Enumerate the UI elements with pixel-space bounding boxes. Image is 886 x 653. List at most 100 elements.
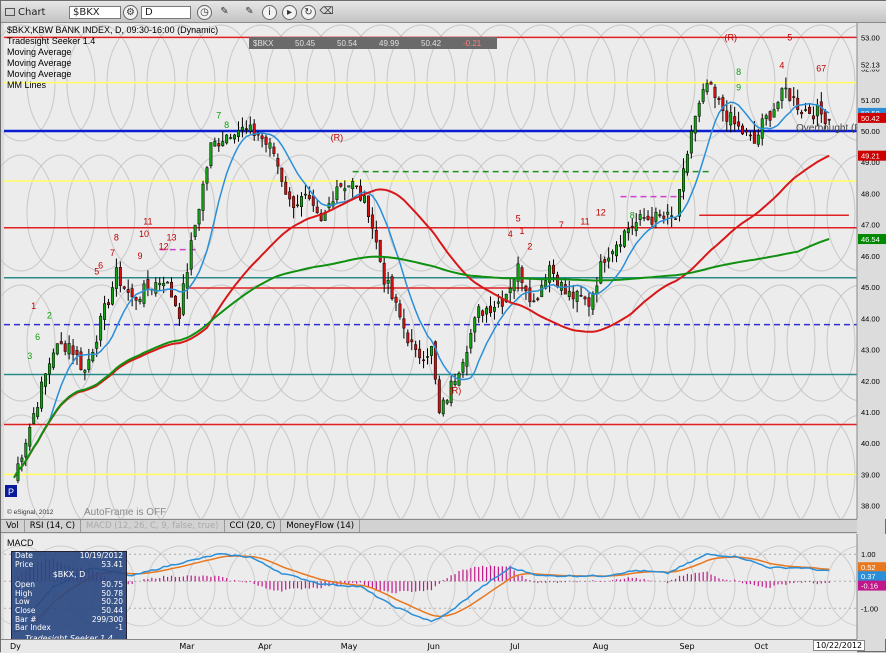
info-bar-index-label: Bar Index (15, 623, 51, 633)
seeker-count-label: 9 (138, 251, 143, 261)
candle (611, 251, 615, 255)
candle (650, 216, 654, 225)
edit-icon[interactable]: ✎ (242, 4, 257, 20)
interval-field[interactable]: D (141, 4, 191, 20)
candle (335, 186, 339, 200)
seeker-count-label: 1 (31, 301, 36, 311)
seeker-count-label: 10 (139, 229, 149, 239)
candle (63, 343, 67, 352)
price-tag: 50.42 (861, 114, 880, 123)
candle (99, 315, 103, 341)
candle (646, 215, 650, 220)
candle (567, 290, 571, 297)
candle (394, 296, 398, 303)
candle (583, 296, 587, 300)
macd-pane[interactable]: MACD1.000.00-1.000.520.37-0.16 (1, 534, 886, 639)
price-chart[interactable]: 1236567891011121378(R)(R)12457 1112 8(R) 54… (1, 23, 886, 519)
candle (418, 348, 422, 359)
seeker-count-label: 7 (216, 111, 221, 121)
candle (264, 136, 268, 145)
clock-icon[interactable]: ◷ (197, 4, 212, 20)
info-icon[interactable]: i (262, 4, 277, 20)
time-axis-label: Oct (754, 642, 769, 651)
candle (36, 407, 40, 417)
cursor-info-window[interactable]: Date 10/19/2012 Price 53.41 $BKX, D Open 50… (11, 551, 127, 647)
candle (737, 121, 741, 127)
quote-value: 50.42 (421, 39, 442, 48)
study-tab[interactable]: CCI (20, C) (225, 520, 282, 532)
price-tick: 43.00 (861, 346, 880, 355)
price-tick: 41.00 (861, 408, 880, 417)
candle (575, 291, 579, 302)
candle (745, 130, 748, 133)
symbol-field[interactable]: $BKX (69, 4, 121, 20)
candle (532, 300, 536, 303)
quote-value: 49.99 (379, 39, 400, 48)
study-label: Moving Average (7, 58, 71, 68)
seeker-count-label: 4 (779, 61, 784, 71)
candle (689, 130, 693, 154)
seeker-count-label: 11 (143, 217, 152, 227)
candle (260, 135, 264, 140)
candle (55, 343, 59, 355)
candle (808, 106, 811, 114)
time-axis-label: Jul (510, 642, 520, 651)
candle (315, 206, 319, 214)
candle (343, 188, 347, 192)
candle (441, 399, 445, 415)
candle (489, 305, 492, 314)
candle (288, 191, 292, 200)
candle (59, 341, 63, 345)
refresh-icon[interactable]: ↻ (301, 4, 316, 20)
candle (366, 195, 370, 218)
candle (615, 244, 618, 257)
candle (32, 413, 36, 424)
chart-window: Chart $BKX ⚙ D ◷ ✎ ✎ i ▸ ↻ ⌫ 1 2 3 6 5 6 7 8 9 10… (0, 0, 886, 653)
seeker-count-label: 12 (596, 207, 606, 217)
candle (370, 214, 374, 229)
candle (134, 297, 138, 301)
quote-box: $BKX 50.45 50.54 49.99 50.42 -0.21 (249, 37, 497, 49)
candle (512, 279, 516, 291)
seeker-count-label: (R) (724, 32, 737, 42)
candle (536, 298, 540, 301)
study-tab[interactable]: MoneyFlow (14) (281, 520, 361, 532)
candle (87, 359, 91, 370)
link-icon[interactable]: ⚙ (123, 4, 138, 20)
price-tick: 50.00 (861, 127, 880, 136)
interval-input[interactable]: D (141, 5, 191, 19)
candle (189, 240, 193, 270)
seeker-count-label: 67 (816, 64, 826, 74)
seeker-count-label: (R) (331, 132, 344, 142)
candle (607, 257, 611, 262)
study-tab[interactable]: MACD (12, 26, C, 9, false, true) (81, 520, 225, 532)
macd-label: MACD (7, 538, 34, 548)
candle (95, 341, 99, 349)
candle (339, 183, 343, 187)
candle (386, 279, 390, 284)
macd-tick: -1.00 (861, 604, 878, 613)
candle (827, 118, 831, 121)
candle (225, 134, 229, 144)
price-tick: 38.00 (861, 502, 880, 511)
study-tab[interactable]: RSI (14, C) (25, 520, 82, 532)
candle (461, 362, 465, 373)
study-tab[interactable]: Vol (1, 520, 25, 532)
eraser-icon[interactable]: ⌫ (319, 4, 334, 20)
price-tick: 42.00 (861, 377, 880, 386)
candle (142, 283, 146, 304)
candle (307, 194, 311, 199)
quote-value: $BKX (253, 39, 274, 48)
play-icon[interactable]: ▸ (282, 4, 297, 20)
candle (709, 82, 713, 85)
candle (51, 352, 55, 368)
candle (209, 142, 213, 166)
candle (571, 291, 575, 300)
draw-icon[interactable]: ✎ (217, 4, 232, 20)
candle (618, 244, 622, 247)
candle (764, 115, 768, 119)
seeker-count-label: 1 (520, 226, 525, 236)
candle (697, 102, 701, 117)
symbol-input[interactable]: $BKX (69, 5, 121, 19)
time-axis[interactable]: Dy Mar Apr May Jun Jul Aug Sep Oct 10/22/2012 (1, 639, 866, 653)
